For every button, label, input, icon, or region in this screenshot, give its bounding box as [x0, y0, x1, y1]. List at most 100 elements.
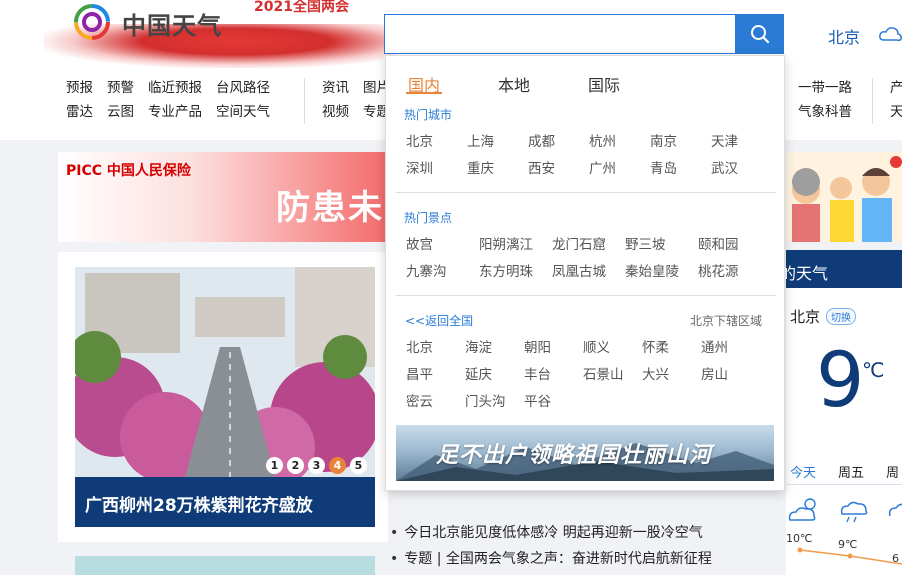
carousel-page-dot[interactable]: 5: [350, 457, 367, 474]
family-ad-banner[interactable]: [786, 152, 902, 242]
scenic-spot-link[interactable]: 阳朔漓江: [479, 233, 533, 253]
forecast-temp: 10℃: [786, 532, 813, 545]
district-link[interactable]: 密云: [406, 390, 433, 410]
temperature-trend-line: [797, 547, 902, 565]
nav-link[interactable]: 气象科普: [798, 104, 852, 120]
carousel-page-dot[interactable]: 3: [308, 457, 325, 474]
search-input[interactable]: [384, 14, 736, 54]
carousel-pager: 1 2 3 4 5: [266, 457, 367, 474]
secondary-photo[interactable]: [75, 556, 375, 575]
headline-image: [75, 267, 375, 477]
travel-ad-banner[interactable]: 足不出户领略祖国壮丽山河: [396, 425, 774, 481]
weather-panel-title: 我的天气: [764, 250, 902, 288]
city-link[interactable]: 天津: [711, 130, 738, 150]
nav-divider: [304, 78, 305, 124]
city-search-dropdown: 国内 本地 国际 热门城市 北京 上海 成都 杭州 南京 天津 深圳 重庆 西安…: [385, 55, 785, 491]
district-link[interactable]: 大兴: [642, 363, 669, 383]
scenic-spot-link[interactable]: 故宫: [406, 233, 433, 253]
picc-logo: PICC 中国人民保险: [66, 163, 191, 179]
district-link[interactable]: 丰台: [524, 363, 551, 383]
forecast-day-tab[interactable]: 今天: [790, 462, 816, 481]
nav-link[interactable]: 预报: [66, 80, 93, 96]
city-link[interactable]: 上海: [467, 130, 494, 150]
scenic-spot-link[interactable]: 九寨沟: [406, 260, 447, 280]
city-link[interactable]: 深圳: [406, 157, 433, 177]
district-link[interactable]: 朝阳: [524, 336, 551, 356]
travel-ad-slogan: 足不出户领略祖国壮丽山河: [436, 443, 713, 468]
city-link[interactable]: 青岛: [650, 157, 677, 177]
district-link[interactable]: 石景山: [583, 363, 624, 383]
tab-international[interactable]: 国际: [588, 72, 620, 96]
forecast-day-tab[interactable]: 周五: [838, 462, 864, 481]
headline-caption-bar[interactable]: 广西柳州28万株紫荆花齐盛放: [75, 477, 375, 527]
nav-link[interactable]: 临近预报: [148, 80, 202, 96]
nav-link[interactable]: 云图: [107, 104, 134, 120]
tab-local[interactable]: 本地: [498, 72, 530, 96]
nav-link[interactable]: 一带一路: [798, 80, 852, 96]
rain-icon: [840, 501, 868, 523]
search-icon: [751, 25, 770, 44]
weather-cloud-icon: [879, 27, 902, 42]
district-link[interactable]: 平谷: [524, 390, 551, 410]
city-link[interactable]: 广州: [589, 157, 616, 177]
district-link[interactable]: 门头沟: [465, 390, 506, 410]
district-link[interactable]: 海淀: [465, 336, 492, 356]
nav-group-forecast: 预报 预警 临近预报 台风路径 雷达 云图 专业产品 空间天气: [66, 76, 284, 124]
scenic-spot-link[interactable]: 颐和园: [698, 233, 739, 253]
news-list: 今日北京能见度低体感冷 明起再迎新一股冷空气 专题 | 全国两会气象之声：奋进新…: [390, 520, 750, 572]
nav-link[interactable]: 视频: [322, 104, 349, 120]
district-link[interactable]: 怀柔: [642, 336, 669, 356]
city-link[interactable]: 北京: [406, 130, 433, 150]
scenic-spot-link[interactable]: 龙门石窟: [552, 233, 606, 253]
district-link[interactable]: 延庆: [465, 363, 492, 383]
forecast-day-tab[interactable]: 周: [886, 462, 899, 481]
current-city-link[interactable]: 北京: [828, 24, 860, 48]
nav-link[interactable]: 资讯: [322, 80, 349, 96]
nav-link[interactable]: 预警: [107, 80, 134, 96]
carousel-page-dot[interactable]: 2: [287, 457, 304, 474]
back-to-national-link[interactable]: <<返回全国: [405, 312, 473, 329]
carousel-page-dot[interactable]: 1: [266, 457, 283, 474]
nav-link[interactable]: 雷达: [66, 104, 93, 120]
city-link[interactable]: 重庆: [467, 157, 494, 177]
scenic-spot-link[interactable]: 野三坡: [625, 233, 666, 253]
nav-link[interactable]: 专业产品: [148, 104, 202, 120]
nav-link[interactable]: 产: [890, 80, 902, 96]
city-link[interactable]: 武汉: [711, 157, 738, 177]
city-link[interactable]: 南京: [650, 130, 677, 150]
site-logo[interactable]: 中国天气 2021全国两会: [44, 0, 404, 72]
nav-link[interactable]: 台风路径: [216, 80, 270, 96]
city-link[interactable]: 成都: [528, 130, 555, 150]
scenic-spot-link[interactable]: 东方明珠: [479, 260, 533, 280]
district-link[interactable]: 房山: [701, 363, 728, 383]
scenic-spot-link[interactable]: 秦始皇陵: [625, 260, 679, 280]
nav-divider: [872, 78, 873, 124]
search-button[interactable]: [736, 14, 784, 54]
district-region-label: 北京下辖区域: [689, 314, 762, 328]
my-weather-panel: 我的天气 北京 切换 9 ℃ 今天 周五 周 10℃ 9℃ 6: [764, 250, 902, 575]
scenic-spot-link[interactable]: 凤凰古城: [552, 260, 606, 280]
event-banner-text: 2021全国两会: [254, 0, 349, 15]
hot-spots-title: 热门景点: [404, 211, 453, 225]
headline-photo[interactable]: [75, 267, 375, 477]
scenic-spot-link[interactable]: 桃花源: [698, 260, 739, 280]
nav-link[interactable]: 天: [890, 104, 902, 120]
picc-ad-banner[interactable]: PICC 中国人民保险 防患未: [58, 152, 388, 242]
nav-link[interactable]: 空间天气: [216, 104, 270, 120]
brand-name: 中国天气: [122, 12, 222, 40]
district-link[interactable]: 昌平: [406, 363, 433, 383]
city-link[interactable]: 杭州: [589, 130, 616, 150]
hot-cities-title: 热门城市: [404, 108, 453, 122]
headline-caption[interactable]: 广西柳州28万株紫荆花齐盛放: [85, 491, 313, 516]
picc-slogan: 防患未: [276, 188, 384, 228]
district-link[interactable]: 顺义: [583, 336, 610, 356]
carousel-page-dot-active[interactable]: 4: [329, 457, 346, 474]
city-link[interactable]: 西安: [528, 157, 555, 177]
district-link[interactable]: 北京: [406, 336, 433, 356]
news-item[interactable]: 今日北京能见度低体感冷 明起再迎新一股冷空气: [390, 520, 750, 546]
partly-cloudy-icon: [788, 498, 816, 521]
news-item[interactable]: 专题 | 全国两会气象之声：奋进新时代启航新征程: [390, 546, 750, 572]
district-link[interactable]: 通州: [701, 336, 728, 356]
switch-city-button[interactable]: 切换: [826, 308, 856, 325]
temperature-unit: ℃: [862, 358, 885, 382]
